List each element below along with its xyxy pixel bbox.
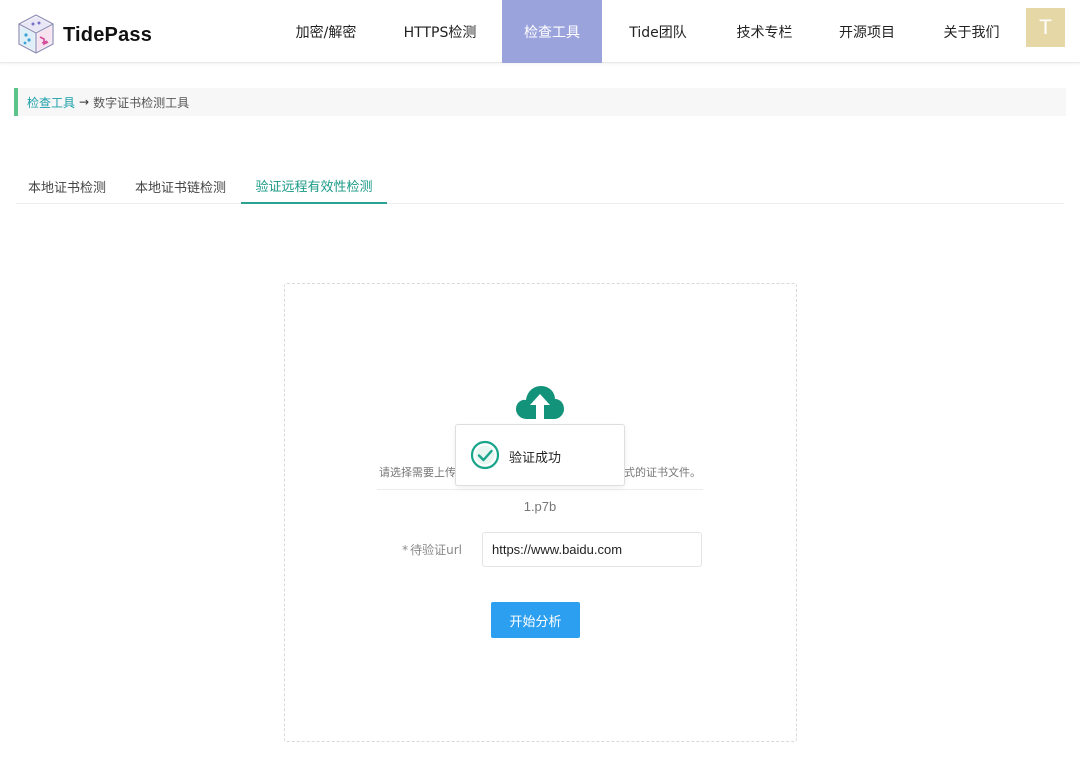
url-label-text: 待验证url (410, 543, 462, 557)
cloud-upload-icon[interactable] (515, 384, 565, 420)
success-toast: 验证成功 (455, 424, 625, 486)
nav-item-about-us[interactable]: 关于我们 (919, 0, 1024, 63)
breadcrumb: 检查工具 → 数字证书检测工具 (14, 88, 1066, 116)
tab-remote-validity-check[interactable]: 验证远程有效性检测 (241, 168, 387, 204)
url-field-label: * 待验证url (390, 541, 462, 558)
user-avatar[interactable]: T (1026, 8, 1065, 47)
nav-item-tide-team[interactable]: Tide团队 (602, 0, 714, 63)
tab-local-cert-chain-check[interactable]: 本地证书链检测 (135, 168, 226, 204)
uploaded-file-name[interactable]: 1.p7b (480, 499, 600, 514)
nav-item-https-check[interactable]: HTTPS检测 (378, 0, 502, 63)
required-mark: * (402, 543, 409, 557)
start-analysis-button[interactable]: 开始分析 (491, 602, 580, 638)
nav-item-open-source[interactable]: 开源项目 (815, 0, 919, 63)
breadcrumb-separator: → (79, 95, 90, 109)
top-header: TidePass 加密/解密 HTTPS检测 检查工具 Tide团队 技术专栏 … (0, 0, 1080, 63)
check-circle-icon (470, 440, 500, 470)
nav-item-tech-column[interactable]: 技术专栏 (714, 0, 815, 63)
upload-hint-suffix: 式的证书文件。 (624, 466, 701, 479)
breadcrumb-parent-link[interactable]: 检查工具 (27, 94, 75, 111)
nav-item-check-tools[interactable]: 检查工具 (502, 0, 602, 63)
upload-hint-prefix: 请选择需要上传 (379, 466, 456, 479)
toast-message: 验证成功 (509, 451, 562, 466)
brand-name[interactable]: TidePass (63, 24, 152, 47)
tab-bar: 本地证书检测 本地证书链检测 验证远程有效性检测 (16, 168, 1064, 204)
tab-local-cert-check[interactable]: 本地证书检测 (28, 168, 106, 204)
main-nav: 加密/解密 HTTPS检测 检查工具 Tide团队 技术专栏 开源项目 关于我们 (274, 0, 1024, 63)
url-input[interactable] (482, 532, 702, 567)
breadcrumb-current: 数字证书检测工具 (93, 95, 190, 110)
tidepass-logo-icon[interactable] (16, 13, 56, 55)
nav-item-encrypt-decrypt[interactable]: 加密/解密 (274, 0, 378, 63)
